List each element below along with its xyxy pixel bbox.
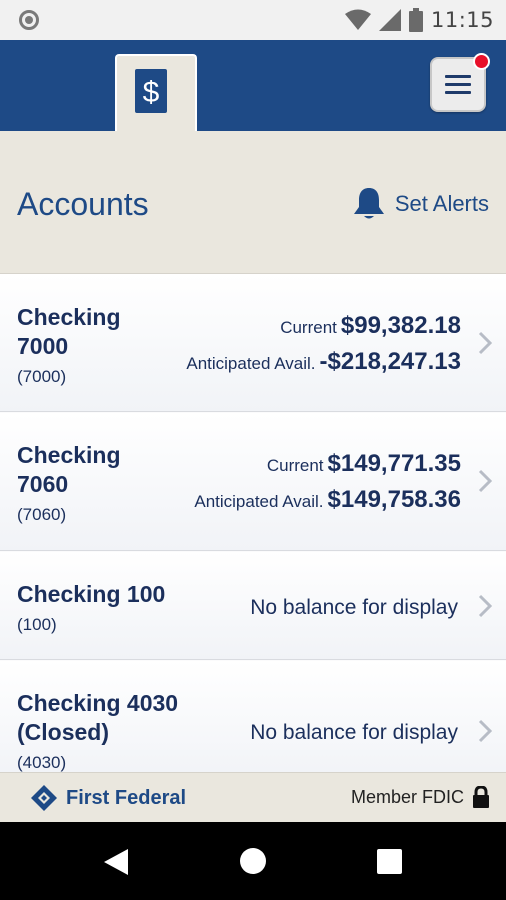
hamburger-menu-icon bbox=[445, 75, 471, 95]
anticipated-balance: Anticipated Avail. -$218,247.13 bbox=[186, 348, 461, 376]
anticipated-balance: Anticipated Avail. $149,758.36 bbox=[194, 486, 461, 514]
account-name-line: 7000 bbox=[17, 333, 69, 359]
anticipated-value: $149,758.36 bbox=[327, 486, 461, 513]
set-alerts-button[interactable]: Set Alerts bbox=[353, 184, 489, 224]
dollar-cards-icon: $ bbox=[134, 67, 169, 115]
account-name: Checking 7060 bbox=[17, 441, 121, 499]
page-title: Accounts bbox=[17, 186, 149, 222]
menu-button[interactable] bbox=[430, 53, 490, 112]
account-list: Checking 7000 (7000) Current $99,382.18 … bbox=[0, 274, 506, 772]
home-icon[interactable] bbox=[240, 848, 266, 874]
fdic-label: Member FDIC bbox=[350, 786, 464, 807]
account-name: Checking 4030 (Closed) bbox=[17, 689, 178, 747]
account-number: (7060) bbox=[17, 505, 67, 524]
status-bar: 11:15 bbox=[0, 0, 506, 40]
account-name: Checking 100 bbox=[17, 581, 166, 607]
chevron-right-icon bbox=[478, 594, 492, 618]
notification-dot bbox=[473, 53, 490, 70]
account-name-line: Checking 4030 bbox=[17, 690, 179, 716]
account-number: (7000) bbox=[17, 367, 67, 386]
bell-icon bbox=[353, 188, 384, 219]
account-row-checking-4030[interactable]: Checking 4030 (Closed) (4030) No balance… bbox=[0, 661, 506, 772]
back-icon[interactable] bbox=[104, 849, 128, 875]
current-value: $99,382.18 bbox=[340, 312, 461, 339]
account-name-line: 7060 bbox=[17, 471, 69, 497]
no-balance-text: No balance for display bbox=[250, 721, 458, 744]
anticipated-value: -$218,247.13 bbox=[319, 348, 461, 375]
lock-icon bbox=[473, 786, 489, 808]
app-header: $ bbox=[0, 40, 506, 131]
no-balance-text: No balance for display bbox=[250, 596, 458, 619]
first-federal-logo-icon bbox=[31, 785, 57, 811]
chevron-right-icon bbox=[478, 469, 492, 493]
system-nav-bar bbox=[0, 822, 506, 900]
status-time: 11:15 bbox=[430, 8, 494, 32]
current-balance: Current $99,382.18 bbox=[280, 312, 461, 340]
account-name-line: Checking bbox=[17, 304, 121, 330]
tab-accounts[interactable]: $ bbox=[115, 54, 197, 131]
account-row-checking-7060[interactable]: Checking 7060 (7060) Current $149,771.35… bbox=[0, 413, 506, 551]
current-label: Current bbox=[266, 456, 324, 475]
anticipated-label: Anticipated Avail. bbox=[194, 492, 324, 511]
current-value: $149,771.35 bbox=[327, 450, 461, 477]
brand-name: First Federal bbox=[66, 786, 187, 809]
account-name-line: Checking bbox=[17, 442, 121, 468]
chevron-right-icon bbox=[478, 331, 492, 355]
battery-icon bbox=[408, 8, 423, 32]
cell-signal-icon bbox=[378, 9, 401, 31]
footer: First Federal Member FDIC bbox=[0, 772, 506, 822]
account-name: Checking 7000 bbox=[17, 303, 121, 361]
account-name-line: (Closed) bbox=[17, 719, 109, 745]
status-icons: 11:15 bbox=[344, 6, 494, 34]
recent-apps-icon[interactable] bbox=[377, 849, 402, 874]
set-alerts-label: Set Alerts bbox=[394, 191, 489, 216]
member-fdic: Member FDIC bbox=[351, 786, 490, 808]
account-row-checking-7000[interactable]: Checking 7000 (7000) Current $99,382.18 … bbox=[0, 274, 506, 412]
account-row-checking-100[interactable]: Checking 100 (100) No balance for displa… bbox=[0, 552, 506, 660]
current-balance: Current $149,771.35 bbox=[267, 450, 461, 478]
chevron-right-icon bbox=[478, 719, 492, 743]
wifi-icon bbox=[344, 9, 371, 30]
account-number: (4030) bbox=[17, 753, 67, 772]
current-label: Current bbox=[280, 318, 337, 337]
page-header: Accounts Set Alerts bbox=[0, 131, 506, 274]
brand-logo: First Federal bbox=[30, 784, 186, 812]
svg-text:$: $ bbox=[143, 76, 160, 109]
anticipated-label: Anticipated Avail. bbox=[186, 354, 316, 373]
notification-circle-icon bbox=[19, 10, 39, 30]
account-number: (100) bbox=[17, 615, 57, 634]
